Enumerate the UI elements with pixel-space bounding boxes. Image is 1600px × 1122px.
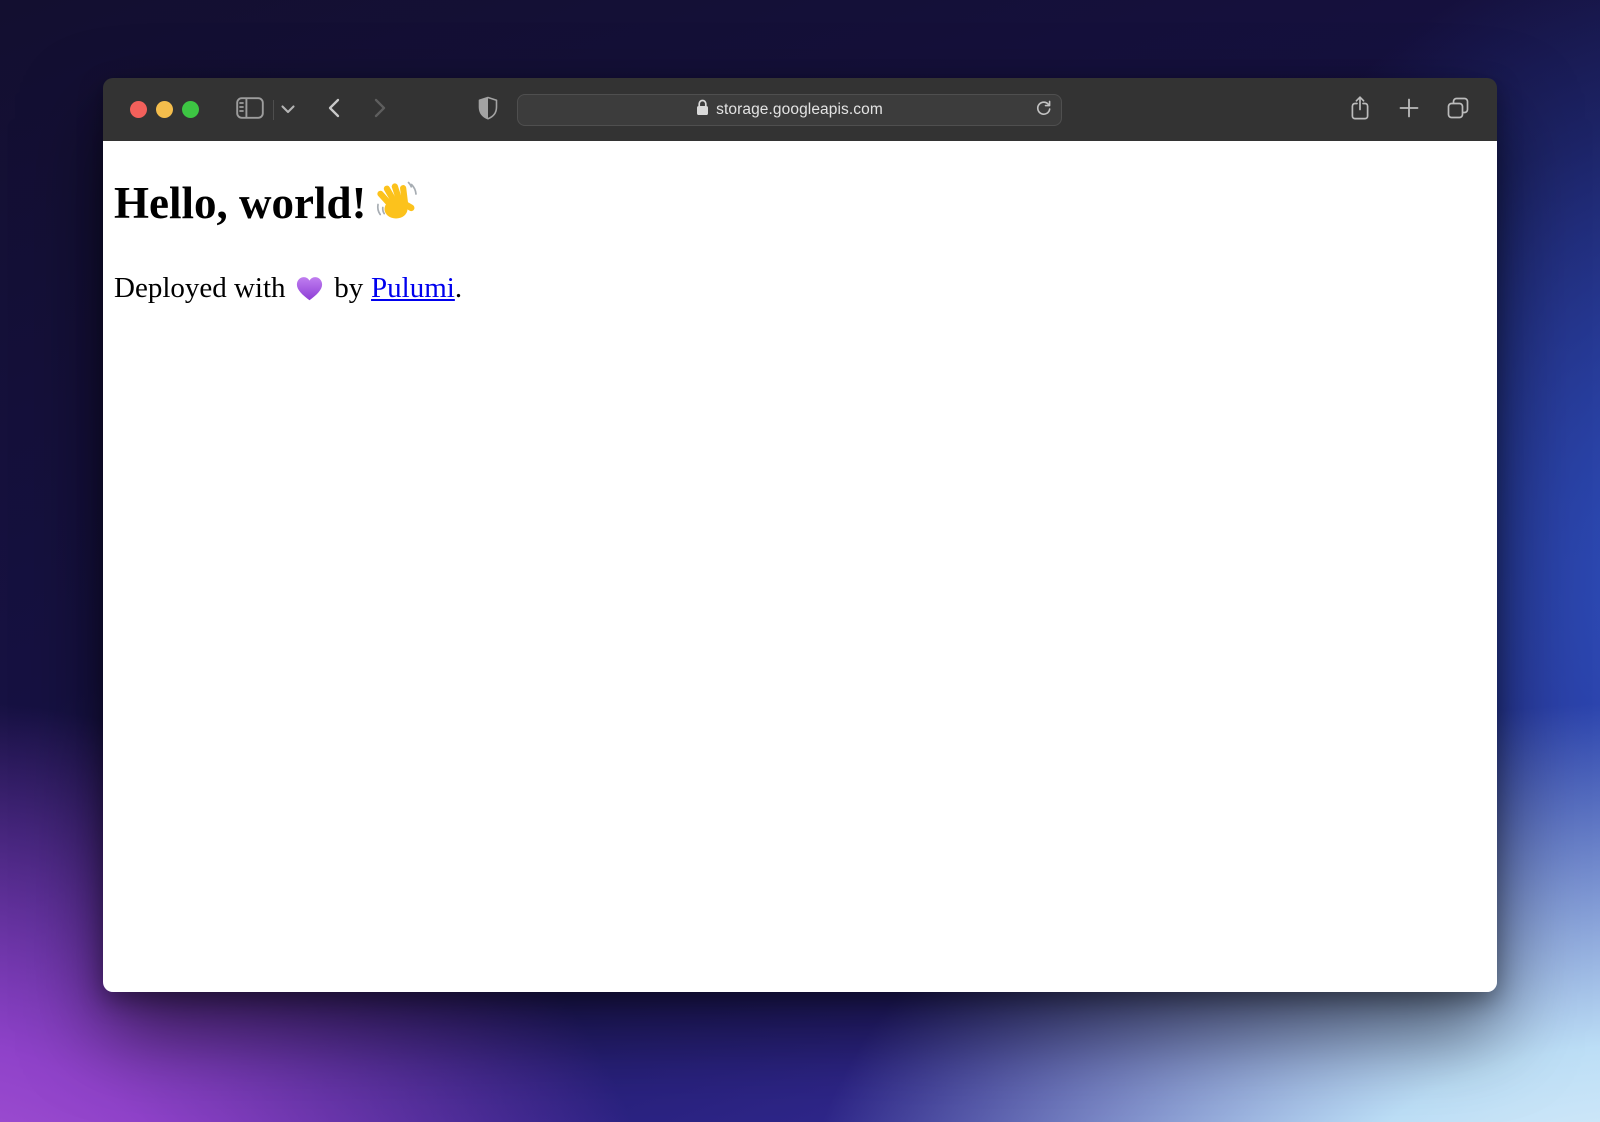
privacy-report-button[interactable] xyxy=(473,95,503,125)
toolbar-right-group xyxy=(1345,95,1473,125)
forward-icon xyxy=(374,98,386,121)
share-icon xyxy=(1349,95,1371,124)
page-content: Hello, world! Deployed with by Pulumi. xyxy=(103,141,1497,992)
deploy-prefix-text: Deployed with xyxy=(114,271,286,304)
chevron-down-icon xyxy=(281,102,295,117)
forward-button[interactable] xyxy=(365,95,395,125)
deploy-connector-text: by xyxy=(334,271,364,304)
browser-window: storage.googleapis.com Hello, world! Dep… xyxy=(103,78,1497,992)
reload-button[interactable] xyxy=(1030,97,1056,123)
sidebar-toggle-icon xyxy=(236,97,264,122)
toolbar-divider xyxy=(273,99,274,120)
heading-text: Hello, world! xyxy=(114,178,367,228)
page-heading: Hello, world! xyxy=(114,178,1497,235)
privacy-shield-icon xyxy=(478,96,498,123)
reload-icon xyxy=(1034,99,1053,121)
back-button[interactable] xyxy=(319,95,349,125)
new-tab-plus-icon xyxy=(1399,98,1419,121)
purple-heart-icon xyxy=(295,276,324,309)
new-tab-button[interactable] xyxy=(1394,95,1424,125)
address-bar[interactable]: storage.googleapis.com xyxy=(517,93,1062,126)
tab-overview-button[interactable] xyxy=(1443,95,1473,125)
waving-hand-icon xyxy=(375,181,419,234)
lock-icon xyxy=(696,99,709,121)
back-icon xyxy=(328,98,340,121)
browser-toolbar: storage.googleapis.com xyxy=(103,78,1497,141)
share-button[interactable] xyxy=(1345,95,1375,125)
zoom-window-button[interactable] xyxy=(182,101,199,118)
desktop-background: storage.googleapis.com Hello, world! Dep… xyxy=(0,0,1600,1122)
minimize-window-button[interactable] xyxy=(156,101,173,118)
deploy-line: Deployed with by Pulumi. xyxy=(114,272,1497,310)
traffic-lights xyxy=(130,101,199,118)
tab-overview-icon xyxy=(1446,96,1470,123)
url-text: storage.googleapis.com xyxy=(716,100,883,118)
close-window-button[interactable] xyxy=(130,101,147,118)
pulumi-link[interactable]: Pulumi xyxy=(371,272,455,304)
sentence-period: . xyxy=(454,271,463,304)
sidebar-toggle-button[interactable] xyxy=(235,95,265,125)
tab-group-menu-button[interactable] xyxy=(277,95,299,125)
